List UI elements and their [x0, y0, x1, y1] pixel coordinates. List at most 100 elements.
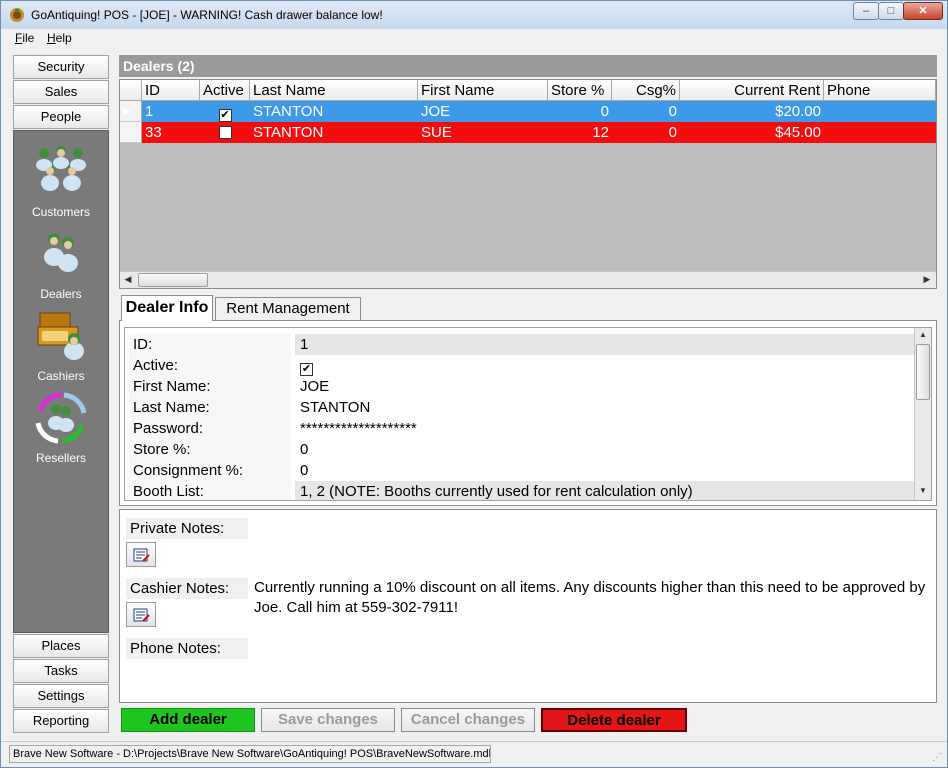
property-grid: ID: 1 Active: ✔ First Name: JOE Last Nam…: [124, 327, 932, 501]
app-icon[interactable]: [9, 7, 25, 23]
nav-places[interactable]: Places: [13, 634, 109, 658]
property-name: Store %:: [129, 439, 291, 460]
nav-reporting[interactable]: Reporting: [13, 709, 109, 733]
property-row[interactable]: Password: ********************: [125, 418, 915, 439]
property-name: Booth List:: [129, 481, 291, 500]
window-title: GoAntiquing! POS - [JOE] - WARNING! Cash…: [31, 8, 383, 22]
menu-help[interactable]: Help: [47, 31, 72, 45]
menu-file[interactable]: File: [15, 31, 34, 45]
col-csg-pct[interactable]: Csg%: [612, 80, 680, 101]
grid-corner: [120, 80, 142, 101]
property-name: Last Name:: [129, 397, 291, 418]
tab-rent-management[interactable]: Rent Management: [215, 297, 361, 321]
nav-people[interactable]: People: [13, 105, 109, 129]
nav-cashiers-label: Cashiers: [37, 369, 85, 383]
menu-file-label: ile: [22, 31, 35, 45]
save-changes-button[interactable]: Save changes: [261, 708, 395, 732]
active-checkbox[interactable]: [218, 126, 232, 139]
scroll-thumb[interactable]: [916, 344, 930, 400]
maximize-button[interactable]: □: [878, 2, 904, 20]
scroll-right-icon[interactable]: ▶: [920, 274, 934, 286]
nav-resellers[interactable]: Resellers: [14, 391, 108, 471]
cell-last-name: STANTON: [250, 122, 418, 143]
app-window: GoAntiquing! POS - [JOE] - WARNING! Cash…: [0, 0, 948, 768]
row-pointer-icon: ▶: [120, 101, 142, 122]
property-row[interactable]: Active: ✔: [125, 355, 915, 376]
cell-phone: [824, 122, 936, 143]
grid-title: Dealers (2): [119, 55, 937, 77]
customers-icon: [36, 146, 86, 191]
nav-dealers-label: Dealers: [40, 287, 82, 301]
cell-store-pct: 0: [548, 101, 612, 122]
database-path: Brave New Software - D:\Projects\Brave N…: [9, 745, 491, 763]
edit-note-icon: [133, 548, 150, 562]
property-row[interactable]: ID: 1: [125, 334, 915, 355]
active-checkbox[interactable]: ✔: [300, 363, 313, 376]
menu-help-accel: H: [47, 31, 56, 45]
left-nav: Security Sales People Customers Dealers: [13, 55, 109, 735]
property-value[interactable]: 0: [295, 439, 915, 460]
status-bar: Brave New Software - D:\Projects\Brave N…: [1, 741, 947, 767]
tab-dealer-info[interactable]: Dealer Info: [121, 295, 213, 321]
menu-help-label: elp: [55, 31, 72, 45]
nav-sales[interactable]: Sales: [13, 80, 109, 104]
cell-phone: [824, 101, 936, 122]
active-checkbox[interactable]: ✔: [218, 109, 232, 122]
delete-dealer-button[interactable]: Delete dealer: [541, 708, 687, 732]
property-row[interactable]: Last Name: STANTON: [125, 397, 915, 418]
nav-tasks[interactable]: Tasks: [13, 659, 109, 683]
nav-cashiers[interactable]: Cashiers: [14, 309, 108, 389]
property-value[interactable]: STANTON: [295, 397, 915, 418]
property-value[interactable]: 1: [295, 334, 915, 355]
grid-horizontal-scrollbar[interactable]: ◀ ▶: [120, 271, 936, 288]
cell-active[interactable]: [200, 122, 250, 143]
nav-security[interactable]: Security: [13, 55, 109, 79]
col-id[interactable]: ID: [142, 80, 200, 101]
property-value[interactable]: ********************: [295, 418, 915, 439]
cashier-notes-text[interactable]: Currently running a 10% discount on all …: [254, 578, 934, 618]
minimize-button[interactable]: –: [853, 2, 879, 20]
col-phone[interactable]: Phone: [824, 80, 936, 101]
property-row[interactable]: Booth List: 1, 2 (NOTE: Booths currently…: [125, 481, 915, 500]
scroll-thumb[interactable]: [138, 273, 208, 287]
nav-settings[interactable]: Settings: [13, 684, 109, 708]
scroll-left-icon[interactable]: ◀: [121, 274, 135, 286]
private-notes-label: Private Notes:: [126, 518, 248, 539]
col-last-name[interactable]: Last Name: [250, 80, 418, 101]
property-value[interactable]: JOE: [295, 376, 915, 397]
close-button[interactable]: ✕: [903, 2, 943, 20]
edit-private-notes-button[interactable]: [126, 542, 156, 567]
menu-bar: File Help: [1, 29, 947, 47]
property-name: Active:: [129, 355, 291, 376]
cancel-changes-button[interactable]: Cancel changes: [401, 708, 535, 732]
cashier-notes-label: Cashier Notes:: [126, 578, 248, 599]
edit-cashier-notes-button[interactable]: [126, 602, 156, 627]
property-name: First Name:: [129, 376, 291, 397]
col-current-rent[interactable]: Current Rent: [680, 80, 824, 101]
property-row[interactable]: Consignment %: 0: [125, 460, 915, 481]
col-first-name[interactable]: First Name: [418, 80, 548, 101]
col-active[interactable]: Active: [200, 80, 250, 101]
dealers-grid: ID Active Last Name First Name Store % C…: [119, 79, 937, 289]
cell-active[interactable]: ✔: [200, 101, 250, 122]
col-store-pct[interactable]: Store %: [548, 80, 612, 101]
cell-last-name: STANTON: [250, 101, 418, 122]
scroll-up-icon[interactable]: ▲: [917, 330, 929, 342]
nav-dealers[interactable]: Dealers: [14, 231, 108, 311]
cell-first-name: JOE: [418, 101, 548, 122]
property-row[interactable]: Store %: 0: [125, 439, 915, 460]
scroll-down-icon[interactable]: ▼: [917, 486, 929, 498]
cell-id: 1: [142, 101, 200, 122]
nav-customers[interactable]: Customers: [14, 143, 108, 223]
resize-grip-icon[interactable]: ⋰: [932, 752, 944, 764]
property-name: Password:: [129, 418, 291, 439]
property-value[interactable]: ✔: [295, 355, 915, 376]
property-value[interactable]: 1, 2 (NOTE: Booths currently used for re…: [295, 481, 915, 500]
property-row[interactable]: First Name: JOE: [125, 376, 915, 397]
add-dealer-button[interactable]: Add dealer: [121, 708, 255, 732]
property-name: ID:: [129, 334, 291, 355]
notes-panel: Private Notes: Cashier Notes: Currently …: [119, 509, 937, 703]
property-value[interactable]: 0: [295, 460, 915, 481]
cash-register-icon: [37, 312, 84, 360]
info-vertical-scrollbar[interactable]: ▲ ▼: [914, 328, 931, 500]
